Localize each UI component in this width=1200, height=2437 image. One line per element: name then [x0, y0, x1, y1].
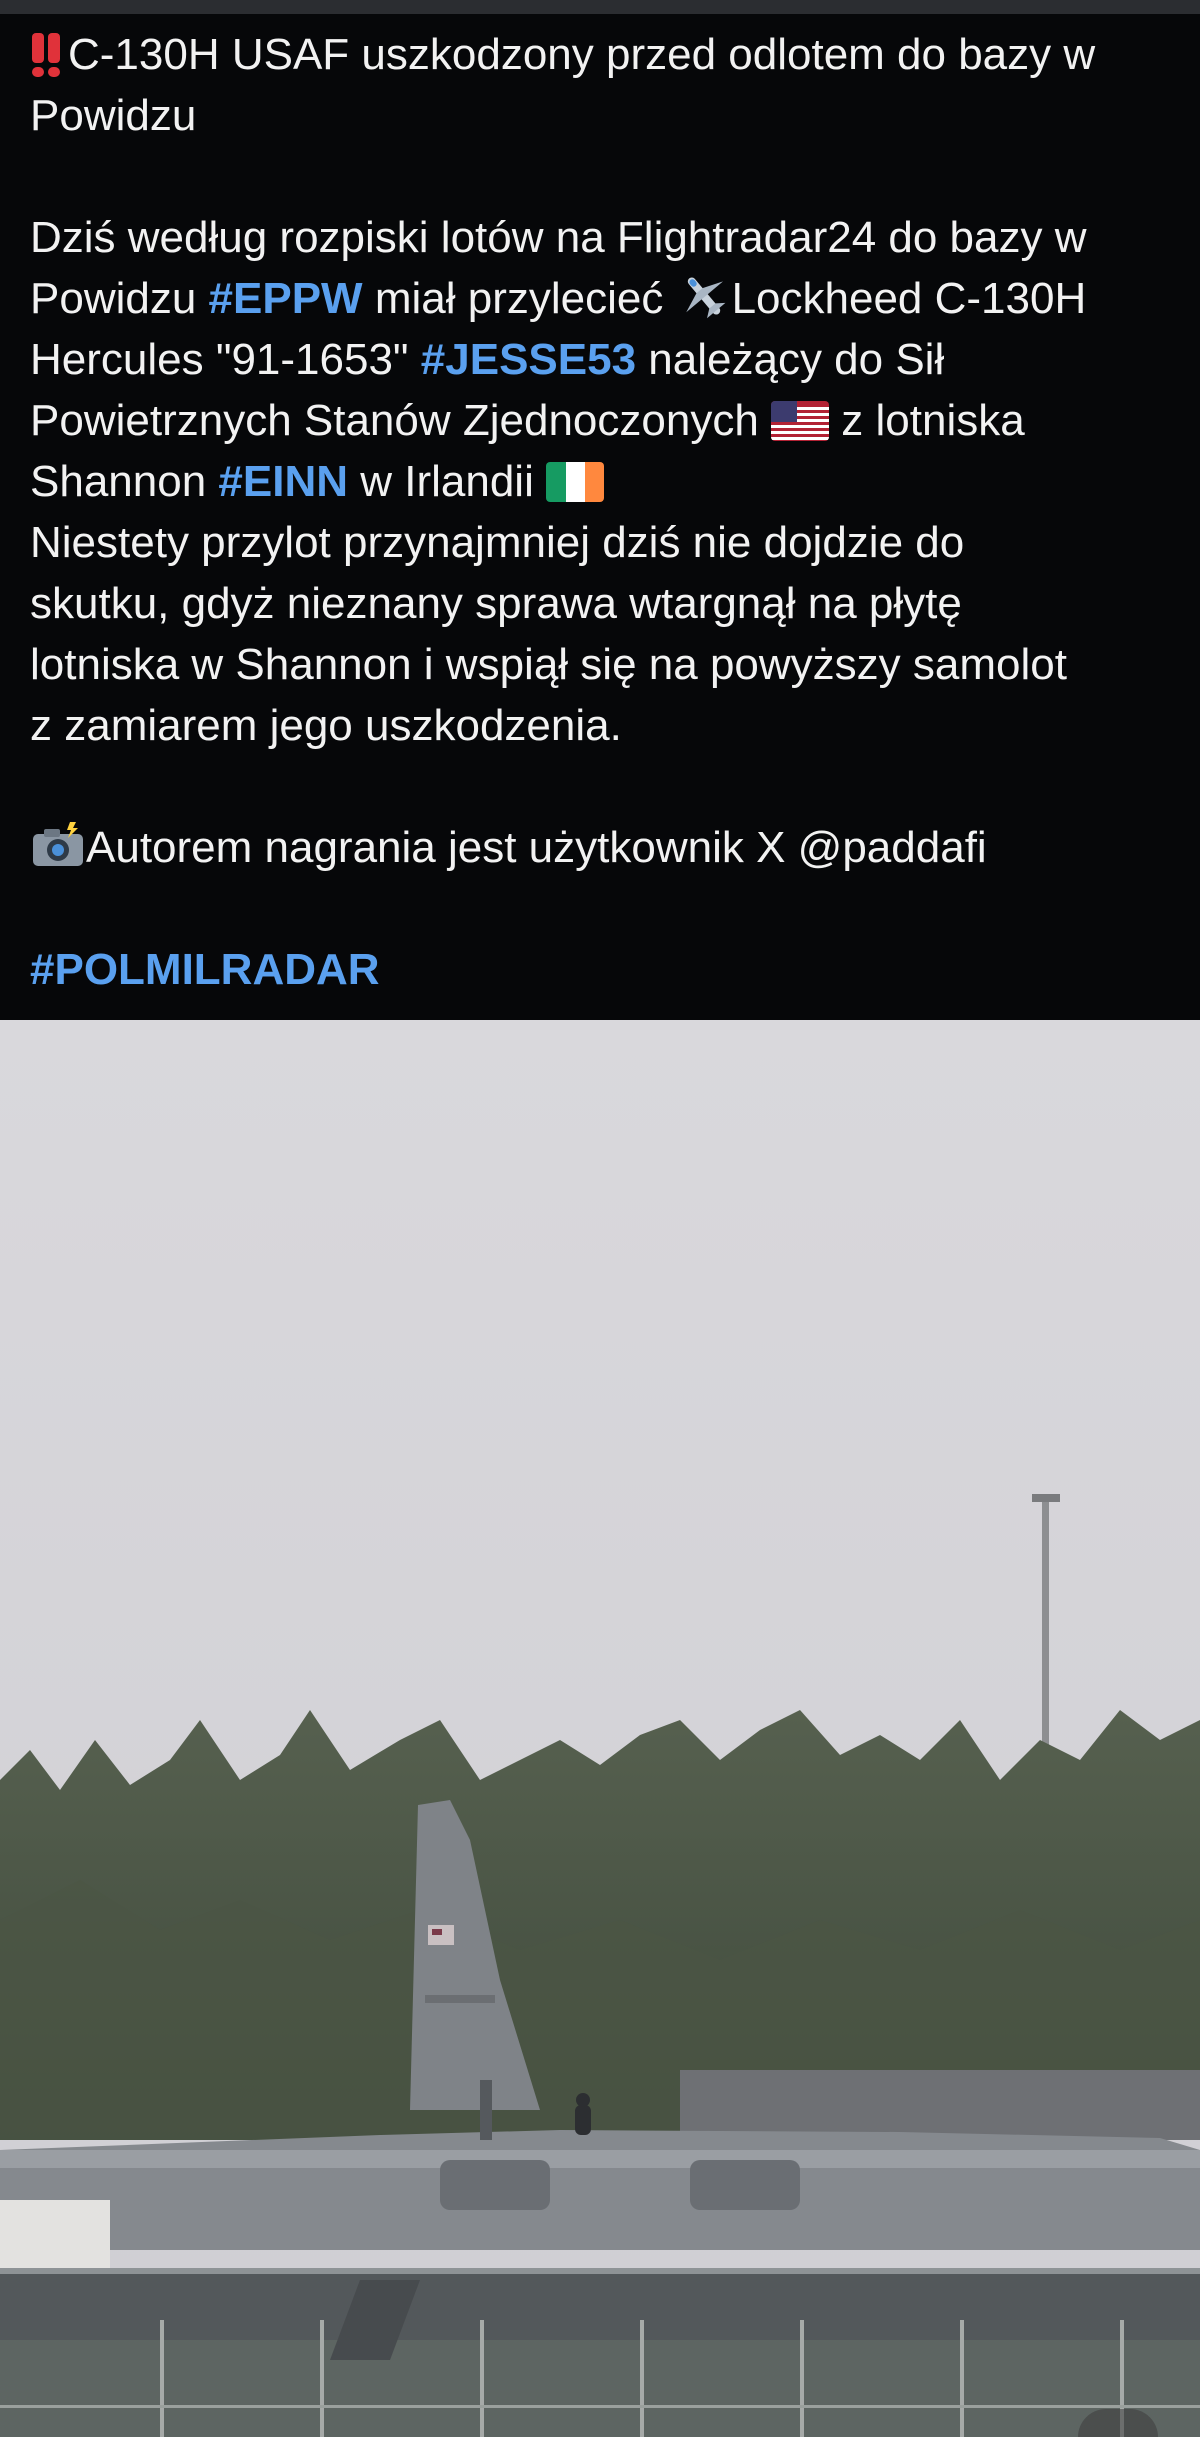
- video-control-corner[interactable]: [1078, 2409, 1158, 2437]
- camera-flash-icon: [33, 822, 83, 866]
- paragraph-1-line-3: Hercules "91-1653" #JESSE53 należący do …: [30, 335, 945, 384]
- hashtag-jesse53[interactable]: #JESSE53: [421, 335, 636, 384]
- post-title: C-130H USAF uszkodzony przed odlotem do …: [30, 24, 1180, 85]
- video-thumbnail[interactable]: [0, 1020, 1200, 2437]
- paragraph-2-line-1: Niestety przylot przynajmniej dziś nie d…: [30, 518, 965, 567]
- paragraph-2-line-2: skutku, gdyż nieznany sprawa wtargnął na…: [30, 579, 962, 628]
- paragraph-1-line-5: Shannon #EINN w Irlandii: [30, 451, 1180, 512]
- paragraph-1-line-4: Powietrznych Stanów Zjednoczonych z lotn…: [30, 396, 1025, 445]
- status-bar-strip: [0, 0, 1200, 14]
- message-text: C-130H USAF uszkodzony przed odlotem do …: [30, 24, 1180, 1000]
- airplane-icon: [685, 277, 725, 319]
- hashtag-einn[interactable]: #EINN: [218, 457, 348, 506]
- message-post: C-130H USAF uszkodzony przed odlotem do …: [0, 14, 1200, 1020]
- paragraph-2-line-4: z zamiarem jego uszkodzenia.: [30, 701, 622, 750]
- credit-line: Autorem nagrania jest użytkownik X @padd…: [30, 817, 1180, 878]
- post-title-cont: Powidzu: [30, 91, 197, 140]
- ireland-flag-icon: [546, 462, 605, 502]
- double-exclamation-icon: [30, 31, 64, 77]
- paragraph-1-line-1: Dziś według rozpiski lotów na Flightrada…: [30, 213, 1087, 262]
- paragraph-2-line-3: lotniska w Shannon i wspiął się na powyż…: [30, 640, 1067, 689]
- hashtag-eppw[interactable]: #EPPW: [209, 274, 363, 323]
- paragraph-1-line-2: Powidzu #EPPW miał przylecieć Lockheed C…: [30, 268, 1180, 329]
- channel-hashtag-line: #POLMILRADAR: [30, 939, 1180, 1000]
- hashtag-polmilradar[interactable]: #POLMILRADAR: [30, 945, 380, 994]
- us-flag-icon: [771, 401, 830, 441]
- aircraft-scene-image: [0, 1020, 1200, 2437]
